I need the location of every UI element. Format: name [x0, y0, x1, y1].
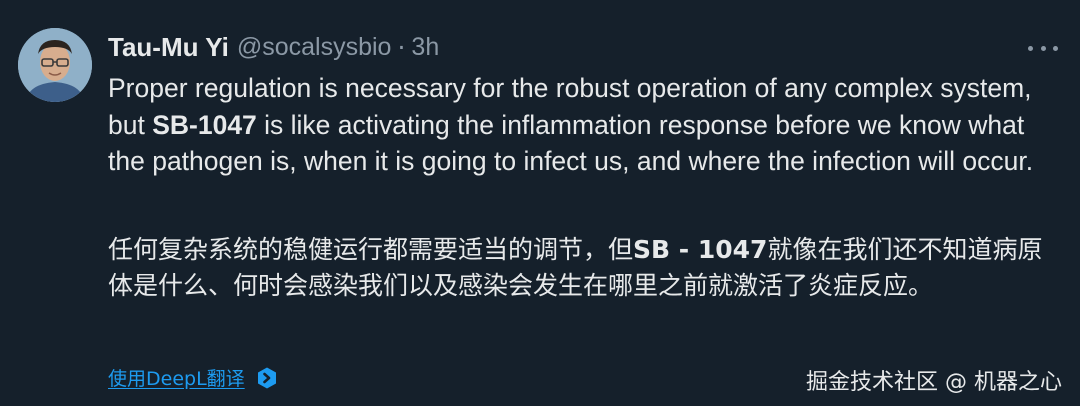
translate-link-label[interactable]: 使用DeepL翻译: [108, 364, 245, 391]
header-separator: ·: [397, 32, 406, 62]
author-avatar[interactable]: [18, 28, 92, 102]
more-dot: [1053, 45, 1058, 51]
deepl-icon: [257, 367, 276, 388]
more-options-icon[interactable]: [1026, 38, 1060, 58]
tweet-header: Tau-Mu Yi @socalsysbio · 3h: [108, 31, 439, 63]
more-dot: [1028, 45, 1033, 51]
watermark: 掘金技术社区 @ 机器之心: [806, 370, 1062, 395]
translate-link[interactable]: 使用DeepL翻译: [108, 364, 279, 391]
tweet-timestamp[interactable]: 3h: [411, 33, 439, 62]
author-name[interactable]: Tau-Mu Yi: [108, 32, 229, 63]
tweet-bold-term: SB-1047: [152, 109, 257, 140]
more-dot: [1040, 45, 1046, 51]
translated-text-start: 任何复杂系统的稳健运行都需要适当的调节，但: [108, 235, 634, 264]
translated-bold-term: SB - 1047: [633, 235, 768, 264]
tweet-text: Proper regulation is necessary for the r…: [108, 70, 1060, 180]
author-handle[interactable]: @socalsysbio: [237, 33, 392, 62]
translated-text: 任何复杂系统的稳健运行都需要适当的调节，但SB - 1047就像在我们还不知道病…: [108, 232, 1060, 304]
